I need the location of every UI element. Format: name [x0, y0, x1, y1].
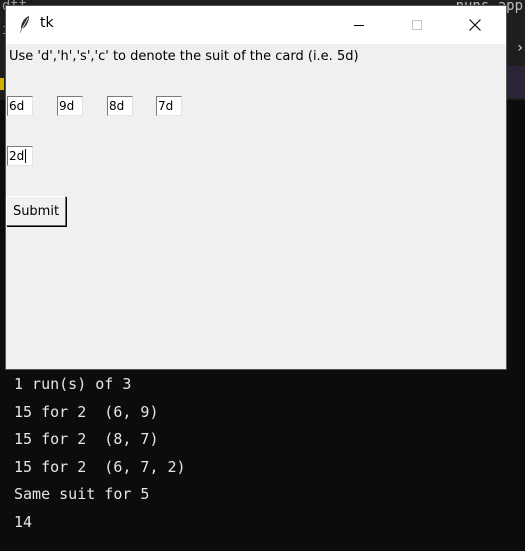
- terminal-line: 1 run(s) of 3: [14, 375, 132, 393]
- submit-button[interactable]: Submit: [6, 196, 66, 226]
- feather-icon: [20, 16, 29, 34]
- chevron-right-icon: ›: [517, 40, 523, 56]
- minimize-icon: [354, 24, 364, 26]
- terminal-line: Same suit for 5: [14, 485, 150, 504]
- cut-card-entry[interactable]: [7, 146, 33, 166]
- close-icon: [469, 19, 481, 31]
- close-button[interactable]: [446, 6, 504, 44]
- background-panel-accent: [503, 66, 525, 98]
- text-cursor: [25, 149, 26, 163]
- card-entry-2[interactable]: [57, 96, 83, 116]
- card-entry-1[interactable]: [7, 96, 33, 116]
- background-marker: [0, 78, 4, 90]
- terminal-line: 15 for 2 (8, 7): [14, 430, 159, 449]
- maximize-button[interactable]: [388, 6, 446, 44]
- tk-window: tk Use 'd','h','s','c' to denote the sui…: [6, 6, 506, 369]
- terminal-line: 14: [14, 512, 33, 531]
- maximize-icon: [412, 20, 422, 30]
- title-bar[interactable]: tk: [6, 6, 506, 44]
- window-title: tk: [40, 15, 54, 31]
- terminal-line: 15 for 2 (6, 7, 2): [14, 457, 186, 476]
- minimize-button[interactable]: [330, 6, 388, 44]
- instruction-label: Use 'd','h','s','c' to denote the suit o…: [9, 49, 359, 64]
- terminal-output: 1 run(s) of 3 15 for 2 (6, 9) 15 for 2 (…: [14, 375, 186, 541]
- card-entry-4[interactable]: [156, 96, 182, 116]
- card-entry-3[interactable]: [107, 96, 133, 116]
- terminal-line: 15 for 2 (6, 9): [14, 402, 159, 421]
